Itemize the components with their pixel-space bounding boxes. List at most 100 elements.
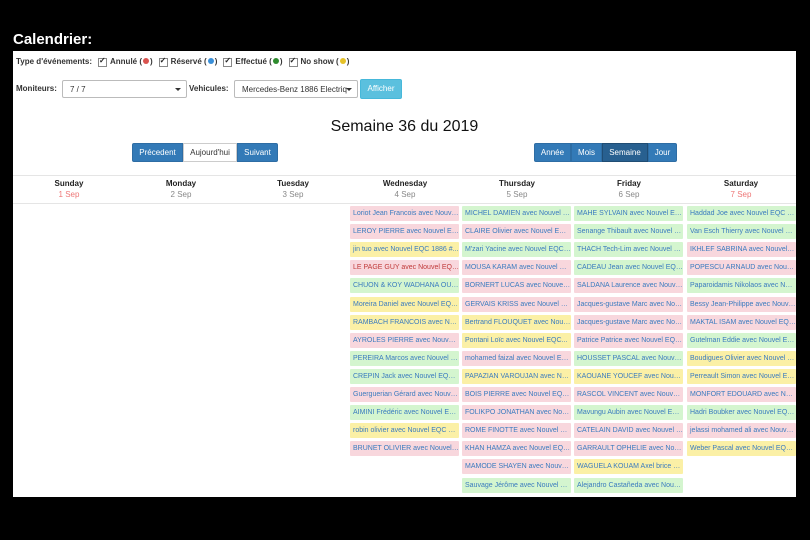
calendar-event[interactable]: IKHLEF SABRINA avec Nouvel EQC... xyxy=(687,242,796,258)
filter-annule-checkbox[interactable] xyxy=(98,56,107,67)
calendar-event[interactable]: Jacques-gustave Marc avec Nouvel EQC... xyxy=(574,314,683,330)
calendar-event[interactable]: POPESCU ARNAUD avec Nouvel EQC... xyxy=(687,260,796,276)
calendar-event[interactable]: CADEAU Jean avec Nouvel EQC... xyxy=(574,260,683,276)
day-date: 2 Sep xyxy=(170,190,192,199)
calendar-event[interactable]: KAOUANE YOUCEF avec Nouvel EQC... xyxy=(574,368,683,384)
vehicules-value: Mercedes-Benz 1886 Electriq xyxy=(242,85,347,94)
today-button[interactable]: Aujourd'hui xyxy=(183,143,237,162)
calendar-event[interactable]: LEROY PIERRE avec Nouvel EQC 1886 #... xyxy=(350,224,459,240)
day-name: Sunday xyxy=(54,179,84,188)
calendar-event[interactable]: KHAN HAMZA avec Nouvel EQC... xyxy=(462,441,571,457)
calendar-event[interactable]: Perreault Simon avec Nouvel EQC... xyxy=(687,368,796,384)
calendar-event[interactable]: M'zari Yacine avec Nouvel EQC 1886... xyxy=(462,242,571,258)
view-week-button[interactable]: Semaine xyxy=(602,143,648,162)
calendar-event[interactable]: Van Esch Thierry avec Nouvel EQC... xyxy=(687,224,796,240)
vehicules-label: Vehicules: xyxy=(189,84,229,93)
calendar-event[interactable]: Pontani Loïc avec Nouvel EQC... xyxy=(462,332,571,348)
calendar-event[interactable]: BORNERT LUCAS avec Nouvel EQC... xyxy=(462,278,571,294)
calendar-event[interactable]: SALDANA Laurence avec Nouvel EQC... xyxy=(574,278,683,294)
calendar-event[interactable]: Patrice Patrice avec Nouvel EQC... xyxy=(574,332,683,348)
afficher-button[interactable]: Afficher xyxy=(360,79,402,99)
calendar-event[interactable]: Mavungu Aubin avec Nouvel EQC... xyxy=(574,405,683,421)
calendar-event[interactable]: BRUNET OLIVIER avec Nouvel EQC... xyxy=(350,441,459,457)
calendar-event[interactable]: CLAIRE Olivier avec Nouvel EQC... xyxy=(462,224,571,240)
day-name: Thursday xyxy=(498,179,535,188)
calendar-event[interactable]: CHUON & KOY WADHANA OU ... xyxy=(350,278,459,294)
calendar-event[interactable]: RAMBACH FRANCOIS avec Nouvel EQC... xyxy=(350,314,459,330)
day-header-wednesday: Wednesday 4 Sep xyxy=(349,179,461,199)
calendar-event[interactable]: MAKTAL ISAM avec Nouvel EQC... xyxy=(687,314,796,330)
calendar-event[interactable]: MICHEL DAMIEN avec Nouvel EQC... xyxy=(462,206,571,221)
calendar-event[interactable]: AYROLES PIERRE avec Nouvel EQC... xyxy=(350,332,459,348)
next-button[interactable]: Suivant xyxy=(237,143,278,162)
filter-noshow-label: No show () xyxy=(300,57,350,66)
calendar-event[interactable]: Jacques-gustave Marc avec Nouvel EQC... xyxy=(574,296,683,312)
calendar-event[interactable]: Boudigues Olivier avec Nouvel EQC... xyxy=(687,350,796,366)
effectue-dot-icon xyxy=(272,58,279,64)
day-header-saturday: Saturday 7 Sep xyxy=(685,179,796,199)
filter-reserve-checkbox[interactable] xyxy=(158,56,168,67)
annule-dot-icon xyxy=(143,58,149,64)
calendar-event[interactable]: Bertrand FLOUQUET avec Nouvel EQC... xyxy=(462,314,571,330)
filter-effectue-checkbox[interactable] xyxy=(223,56,233,67)
day-name: Wednesday xyxy=(382,179,428,188)
calendar-event[interactable]: RASCOL VINCENT avec Nouvel EQC... xyxy=(574,387,683,402)
chevron-down-icon xyxy=(175,88,181,91)
calendar-event[interactable]: CATELAIN DAVID avec Nouvel EQC... xyxy=(574,423,683,439)
calendar-event[interactable]: GARRAULT OPHELIE avec Nouvel EQC... xyxy=(574,441,683,457)
calendar-event[interactable]: PAPAZIAN VAROUJAN avec Nouvel EQC... xyxy=(462,368,571,384)
calendar-event[interactable]: Gutelman Eddie avec Nouvel EQC... xyxy=(687,332,796,348)
calendar-event[interactable]: Guerguerian Gérard avec Nouvel EQC... xyxy=(350,387,459,402)
view-year-button[interactable]: Année xyxy=(534,143,571,162)
calendar-event[interactable]: Loriot Jean Francois avec Nouvel EQC 188… xyxy=(350,206,459,221)
calendar-event[interactable]: MOUSA KARAM avec Nouvel EQC... xyxy=(462,260,571,276)
calendar-event[interactable]: Senange Thibault avec Nouvel EQC... xyxy=(574,224,683,240)
calendar-event[interactable]: ROME FINOTTE avec Nouvel EQC... xyxy=(462,423,571,439)
calendar-event[interactable]: Weber Pascal avec Nouvel EQC... xyxy=(687,441,796,457)
calendar-event[interactable]: THACH Tech-Lim avec Nouvel EQC... xyxy=(574,242,683,258)
view-month-button[interactable]: Mois xyxy=(571,143,602,162)
day-header-sunday: Sunday 1 Sep xyxy=(13,179,125,199)
event-type-filters: Type d'événements: Annulé () Réservé () … xyxy=(16,56,350,67)
calendar-event[interactable]: Bessy Jean-Philippe avec Nouvel EQC... xyxy=(687,296,796,312)
calendar-event[interactable]: HOUSSET PASCAL avec Nouvel EQC... xyxy=(574,350,683,366)
filter-reserve-label: Réservé () xyxy=(170,57,218,66)
calendar-event[interactable]: CREPIN Jack avec Nouvel EQC... xyxy=(350,368,459,384)
calendar-event[interactable]: MAMODE SHAYEN avec Nouvel EQC... xyxy=(462,459,571,475)
filter-noshow-checkbox[interactable] xyxy=(288,56,298,67)
grid-top-divider xyxy=(13,175,796,176)
calendar-event[interactable]: MONFORT EDOUARD avec Nouvel EQC... xyxy=(687,387,796,402)
calendar-panel: Type d'événements: Annulé () Réservé () … xyxy=(13,51,796,497)
filter-effectue-label: Effectué () xyxy=(235,57,283,66)
calendar-event[interactable]: Haddad Joe avec Nouvel EQC 1886... xyxy=(687,206,796,221)
calendar-event[interactable]: MAHE SYLVAIN avec Nouvel EQC... xyxy=(574,206,683,221)
moniteurs-select[interactable]: 7 / 7 xyxy=(62,80,187,98)
calendar-event[interactable]: Hadri Boubker avec Nouvel EQC... xyxy=(687,405,796,421)
calendar-event[interactable]: AIMINI Frédéric avec Nouvel EQC... xyxy=(350,405,459,421)
reserve-dot-icon xyxy=(207,58,214,64)
calendar-event[interactable]: jin tuo avec Nouvel EQC 1886 #... xyxy=(350,242,459,258)
calendar-event[interactable]: Moreira Daniel avec Nouvel EQC 1886 #... xyxy=(350,296,459,312)
day-header-tuesday: Tuesday 3 Sep xyxy=(237,179,349,199)
calendar-event[interactable]: Sauvage Jérôme avec Nouvel EQC... xyxy=(462,477,571,493)
vehicules-select[interactable]: Mercedes-Benz 1886 Electriq xyxy=(234,80,358,98)
calendar-event[interactable]: PEREIRA Marcos avec Nouvel EQC... xyxy=(350,350,459,366)
calendar-event[interactable]: LE PAGE GUY avec Nouvel EQC 1886 #... xyxy=(350,260,459,276)
calendar-event[interactable]: FOLIKPO JONATHAN avec Nouvel EQC... xyxy=(462,405,571,421)
calendar-event[interactable]: BOIS PIERRE avec Nouvel EQC... xyxy=(462,387,571,402)
calendar-event[interactable]: robin olivier avec Nouvel EQC 1886... xyxy=(350,423,459,439)
day-name: Friday xyxy=(616,179,641,188)
week-title: Semaine 36 du 2019 xyxy=(330,118,479,135)
day-date: 7 Sep xyxy=(730,190,752,199)
moniteurs-label: Moniteurs: xyxy=(16,84,57,93)
calendar-event[interactable]: WAGUELA KOUAM Axel brice avec... xyxy=(574,459,683,475)
day-name: Tuesday xyxy=(277,179,309,188)
calendar-event[interactable]: GERVAIS KRISS avec Nouvel EQC... xyxy=(462,296,571,312)
calendar-event[interactable]: mohamed faizal avec Nouvel EQC... xyxy=(462,350,571,366)
previous-button[interactable]: Précedent xyxy=(132,143,183,162)
day-name: Saturday xyxy=(723,179,759,188)
view-day-button[interactable]: Jour xyxy=(648,143,677,162)
calendar-event[interactable]: Alejandro Castañeda avec Nouvel EQC... xyxy=(574,477,683,493)
calendar-event[interactable]: Paparoidamis Nikolaos avec Nouvel EQC... xyxy=(687,278,796,294)
calendar-event[interactable]: jelassi mohamed ali avec Nouvel EQC... xyxy=(687,423,796,439)
